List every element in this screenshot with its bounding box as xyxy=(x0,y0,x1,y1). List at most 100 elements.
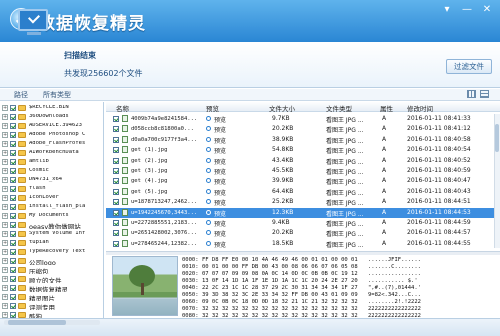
expand-icon[interactable]: + xyxy=(2,159,8,165)
tree-checkbox[interactable] xyxy=(10,105,16,111)
tree-item[interactable]: + 顾立的文件 xyxy=(0,276,103,283)
file-checkbox[interactable] xyxy=(113,230,119,237)
file-preview-link[interactable]: 预览 xyxy=(214,240,226,249)
tree-item[interactable]: + 数据恢复精灵 xyxy=(0,285,103,292)
tree-checkbox[interactable] xyxy=(10,177,16,183)
file-checkbox[interactable] xyxy=(113,168,119,174)
file-checkbox[interactable] xyxy=(113,157,119,164)
tree-checkbox[interactable] xyxy=(10,168,16,174)
tree-item[interactable]: + IconLover xyxy=(0,195,103,202)
file-list-scroll-thumb[interactable] xyxy=(495,124,499,152)
preview-icon[interactable] xyxy=(206,240,211,246)
minimize-button[interactable]: — xyxy=(459,4,475,16)
header-attr[interactable]: 属性 xyxy=(380,103,393,113)
expand-icon[interactable]: + xyxy=(2,114,8,120)
expand-icon[interactable]: + xyxy=(2,141,8,147)
tree-item[interactable]: + 公司logo xyxy=(0,258,103,265)
expand-icon[interactable]: + xyxy=(2,132,8,138)
tree-item[interactable]: + 压缩包 xyxy=(0,267,103,274)
tree-item[interactable]: + Cosmic xyxy=(0,168,103,175)
tree-checkbox[interactable] xyxy=(10,258,16,264)
preview-icon[interactable] xyxy=(206,157,211,163)
file-row[interactable]: d0a0a700c9177f3a4... 预览 38.9KB 看图王 JPG ... A… xyxy=(106,135,494,145)
tree-checkbox[interactable] xyxy=(10,294,16,300)
expand-icon[interactable]: + xyxy=(2,276,8,282)
expand-icon[interactable]: + xyxy=(2,123,8,129)
file-checkbox[interactable] xyxy=(113,209,119,216)
file-row[interactable]: u=2651428002,3076... 预览 20.2KB 看图王 JPG ... A… xyxy=(106,228,494,238)
expand-icon[interactable]: + xyxy=(2,204,8,210)
tree-item[interactable]: + TypeRecovery Text xyxy=(0,249,103,256)
file-row[interactable]: u=278465244,12382... 预览 18.5KB 看图王 JPG ... A… xyxy=(106,239,494,249)
tree-item[interactable]: + flash xyxy=(0,186,103,193)
close-button[interactable]: ✕ xyxy=(479,4,495,16)
preview-icon[interactable] xyxy=(206,199,211,205)
detail-view-icon[interactable] xyxy=(480,90,489,98)
preview-icon[interactable] xyxy=(206,136,211,142)
expand-icon[interactable]: + xyxy=(2,195,8,201)
file-preview-link[interactable]: 预览 xyxy=(214,146,226,155)
tree-checkbox[interactable] xyxy=(10,141,16,147)
tree-checkbox[interactable] xyxy=(10,231,16,237)
file-preview-link[interactable]: 预览 xyxy=(214,229,226,238)
tree-checkbox[interactable] xyxy=(10,195,16,201)
tree-item[interactable]: + tupian xyxy=(0,240,103,247)
tree-checkbox[interactable] xyxy=(10,123,16,129)
file-row[interactable]: u=2272885551,2183... 预览 9.4KB 看图王 JPG ... A 2… xyxy=(106,218,494,228)
file-checkbox[interactable] xyxy=(113,199,119,206)
tree-item[interactable]: + Adobe Photoshop C xyxy=(0,132,103,139)
expand-icon[interactable]: + xyxy=(2,105,8,111)
preview-splitter[interactable] xyxy=(106,251,500,255)
expand-icon[interactable]: + xyxy=(2,150,8,156)
file-preview-link[interactable]: 预览 xyxy=(214,125,226,134)
file-preview-link[interactable]: 预览 xyxy=(214,209,226,218)
expand-icon[interactable]: + xyxy=(2,168,8,174)
header-type[interactable]: 文件类型 xyxy=(326,103,352,113)
tree-checkbox[interactable] xyxy=(10,204,16,210)
tree-item[interactable]: + oeasy教你做网站 xyxy=(0,222,103,229)
expand-icon[interactable]: + xyxy=(2,213,8,219)
file-row[interactable]: get (5).jpg 预览 64.4KB 看图王 JPG ... A 2016-01-1… xyxy=(106,187,494,197)
expand-icon[interactable]: + xyxy=(2,186,8,192)
file-preview-link[interactable]: 预览 xyxy=(214,136,226,145)
list-view-icon[interactable] xyxy=(467,90,476,98)
file-checkbox[interactable] xyxy=(113,136,119,143)
tree-checkbox[interactable] xyxy=(10,303,16,309)
tree-checkbox[interactable] xyxy=(10,240,16,246)
tree-item[interactable]: + 评测专用 xyxy=(0,303,103,310)
tree-checkbox[interactable] xyxy=(10,249,16,255)
tree-checkbox[interactable] xyxy=(10,150,16,156)
tab-all-types[interactable]: 所有类型 xyxy=(43,90,71,100)
file-row[interactable]: u=1942245670,3443... 预览 12.3KB 看图王 JPG ... A… xyxy=(106,207,494,218)
expand-icon[interactable]: + xyxy=(2,177,8,183)
tree-checkbox[interactable] xyxy=(10,285,16,291)
file-checkbox[interactable] xyxy=(113,240,119,247)
preview-icon[interactable] xyxy=(206,116,211,121)
preview-icon[interactable] xyxy=(206,168,211,173)
tab-path[interactable]: 路径 xyxy=(14,90,28,100)
tree-item[interactable]: + ADSERVICE.394623 xyxy=(0,123,103,130)
expand-icon[interactable]: + xyxy=(2,231,8,237)
filter-files-button[interactable]: 过滤文件 xyxy=(446,59,492,74)
file-row[interactable]: 4009b74a9e8241584... 预览 9.7KB 看图王 JPG ... A 2… xyxy=(106,114,494,124)
tree-item[interactable]: + install_flash_pla xyxy=(0,204,103,211)
preview-icon[interactable] xyxy=(206,230,211,236)
file-preview-link[interactable]: 预览 xyxy=(214,115,226,124)
tree-item[interactable]: + Adobe_FlashProfes xyxy=(0,141,103,148)
expand-icon[interactable]: + xyxy=(2,267,8,273)
file-checkbox[interactable] xyxy=(113,126,119,133)
tree-item[interactable]: + 精灵图片 xyxy=(0,294,103,301)
file-checkbox[interactable] xyxy=(113,178,119,185)
menu-button[interactable]: ▾ xyxy=(439,4,455,16)
tree-checkbox[interactable] xyxy=(10,132,16,138)
tree-checkbox[interactable] xyxy=(10,114,16,120)
tree-item[interactable]: + My Documents xyxy=(0,213,103,220)
preview-icon[interactable] xyxy=(206,188,211,194)
file-checkbox[interactable] xyxy=(113,116,119,122)
tree-item[interactable]: + System Volume Inf xyxy=(0,231,103,238)
tree-item[interactable]: + AIWorkbenchData xyxy=(0,150,103,157)
tree-item[interactable]: +360Downloads xyxy=(0,114,103,121)
preview-icon[interactable] xyxy=(206,178,211,184)
tree-checkbox[interactable] xyxy=(10,222,16,228)
preview-icon[interactable] xyxy=(206,220,211,225)
